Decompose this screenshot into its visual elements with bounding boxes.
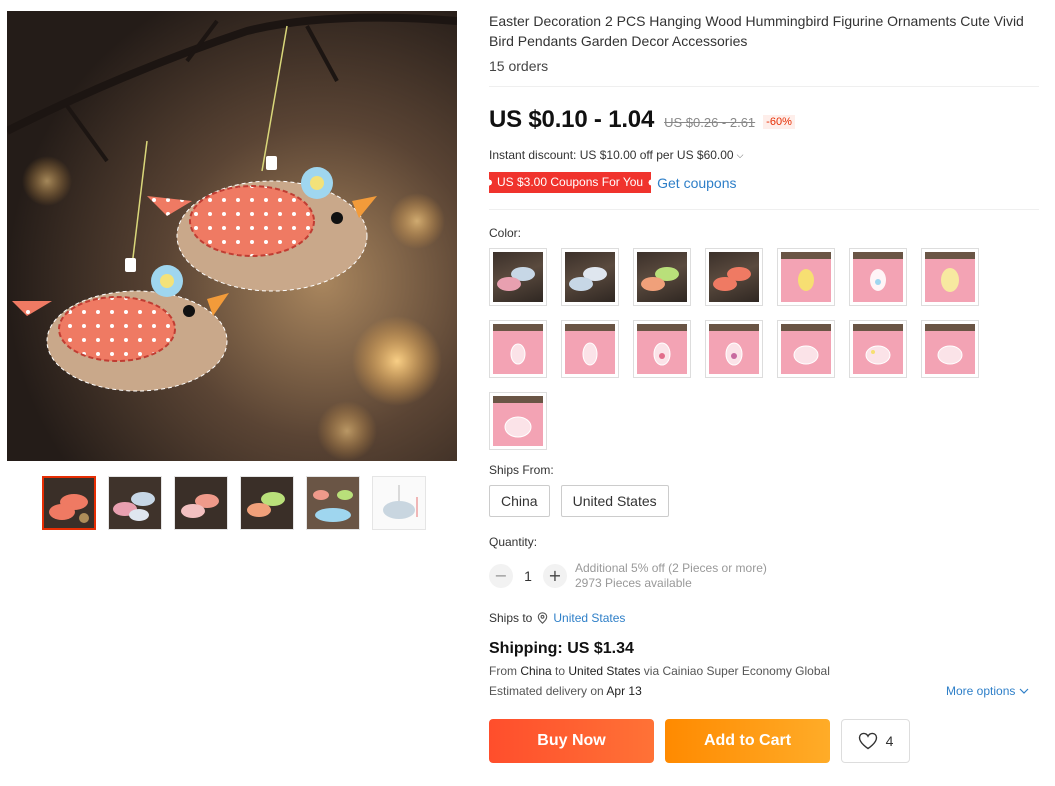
- color-swatch-7[interactable]: [921, 248, 979, 306]
- estimated-delivery-date: Apr 13: [606, 684, 642, 698]
- thumbnail-3[interactable]: [174, 476, 228, 530]
- color-swatches: [489, 248, 979, 450]
- color-swatch-6[interactable]: [849, 248, 907, 306]
- ships-to-label: Ships to: [489, 611, 533, 625]
- color-label: Color:: [489, 226, 522, 240]
- location-pin-icon: [538, 612, 548, 624]
- ships-from-china[interactable]: China: [489, 485, 550, 517]
- thumbnail-image: [307, 477, 359, 529]
- instant-discount[interactable]: Instant discount: US $10.00 off per US $…: [489, 148, 743, 162]
- shipping-price: Shipping: US $1.34: [489, 640, 634, 657]
- quantity-increase-button[interactable]: +: [543, 564, 567, 588]
- color-swatch-13[interactable]: [849, 320, 907, 378]
- thumbnail-6[interactable]: [372, 476, 426, 530]
- purchase-actions: Buy Now Add to Cart 4: [489, 719, 910, 763]
- more-options-label: More options: [946, 684, 1016, 698]
- bird-ornament-photo: [7, 11, 457, 461]
- coupon-row: US $3.00 Coupons For You Get coupons: [489, 172, 737, 193]
- current-price: US $0.10 - 1.04: [489, 106, 655, 133]
- main-product-image[interactable]: [7, 11, 457, 461]
- product-title: Easter Decoration 2 PCS Hanging Wood Hum…: [489, 13, 1024, 49]
- wishlist-button[interactable]: 4: [841, 719, 910, 763]
- orders-count: 15 orders: [489, 58, 549, 74]
- color-swatch-12[interactable]: [777, 320, 835, 378]
- color-swatch-15[interactable]: [489, 392, 547, 450]
- ships-to-country-link[interactable]: United States: [553, 611, 625, 625]
- ships-to-row: Ships to United States: [489, 611, 625, 625]
- color-swatch-3[interactable]: [633, 248, 691, 306]
- thumbnail-strip: [42, 476, 426, 530]
- discount-badge: -60%: [763, 115, 795, 129]
- color-swatch-2[interactable]: [561, 248, 619, 306]
- quantity-info: Additional 5% off (2 Pieces or more) 297…: [575, 561, 767, 591]
- color-swatch-1[interactable]: [489, 248, 547, 306]
- instant-discount-text: Instant discount: US $10.00 off per US $…: [489, 148, 734, 162]
- thumbnail-image: [241, 477, 293, 529]
- quantity-decrease-button[interactable]: −: [489, 564, 513, 588]
- color-swatch-8[interactable]: [489, 320, 547, 378]
- chevron-down-icon: ⌵: [736, 149, 744, 160]
- divider: [489, 209, 1039, 210]
- more-options-link[interactable]: More options: [946, 684, 1029, 698]
- thumbnail-5[interactable]: [306, 476, 360, 530]
- ships-from-label: Ships From:: [489, 463, 554, 477]
- color-swatch-11[interactable]: [705, 320, 763, 378]
- quantity-stepper: − + Additional 5% off (2 Pieces or more)…: [489, 561, 767, 591]
- shipping-route: From China to United States via Cainiao …: [489, 664, 830, 678]
- thumbnail-1[interactable]: [42, 476, 96, 530]
- ships-from-options: China United States: [489, 485, 669, 517]
- thumbnail-image: [373, 477, 425, 529]
- thumbnail-image: [109, 477, 161, 529]
- divider: [489, 86, 1039, 87]
- add-to-cart-button[interactable]: Add to Cart: [665, 719, 830, 763]
- original-price: US $0.26 - 2.61: [664, 115, 756, 130]
- price-row: US $0.10 - 1.04 US $0.26 - 2.61 -60%: [489, 106, 795, 134]
- route-to-text: to: [551, 664, 569, 678]
- thumbnail-image: [175, 477, 227, 529]
- estimated-delivery: Estimated delivery on Apr 13: [489, 684, 642, 698]
- route-origin: China: [520, 664, 552, 678]
- quantity-input[interactable]: [513, 568, 543, 584]
- color-swatch-10[interactable]: [633, 320, 691, 378]
- get-coupons-link[interactable]: Get coupons: [657, 175, 736, 191]
- bulk-discount-text: Additional 5% off (2 Pieces or more): [575, 561, 767, 575]
- thumbnail-4[interactable]: [240, 476, 294, 530]
- buy-now-button[interactable]: Buy Now: [489, 719, 654, 763]
- color-swatch-9[interactable]: [561, 320, 619, 378]
- estimated-delivery-label: Estimated delivery on: [489, 684, 607, 698]
- quantity-label: Quantity:: [489, 535, 538, 549]
- heart-icon: [858, 732, 877, 750]
- thumbnail-image: [44, 478, 94, 528]
- coupon-badge[interactable]: US $3.00 Coupons For You: [489, 172, 652, 193]
- route-destination: United States: [568, 664, 641, 678]
- ships-from-united-states[interactable]: United States: [560, 485, 669, 517]
- color-swatch-5[interactable]: [777, 248, 835, 306]
- route-carrier: via Cainiao Super Economy Global: [640, 664, 830, 678]
- stock-available-text: 2973 Pieces available: [575, 576, 692, 590]
- color-swatch-4[interactable]: [705, 248, 763, 306]
- thumbnail-2[interactable]: [108, 476, 162, 530]
- color-swatch-14[interactable]: [921, 320, 979, 378]
- route-from-text: From: [489, 664, 521, 678]
- wishlist-count: 4: [885, 733, 894, 749]
- chevron-down-icon: [1019, 688, 1029, 694]
